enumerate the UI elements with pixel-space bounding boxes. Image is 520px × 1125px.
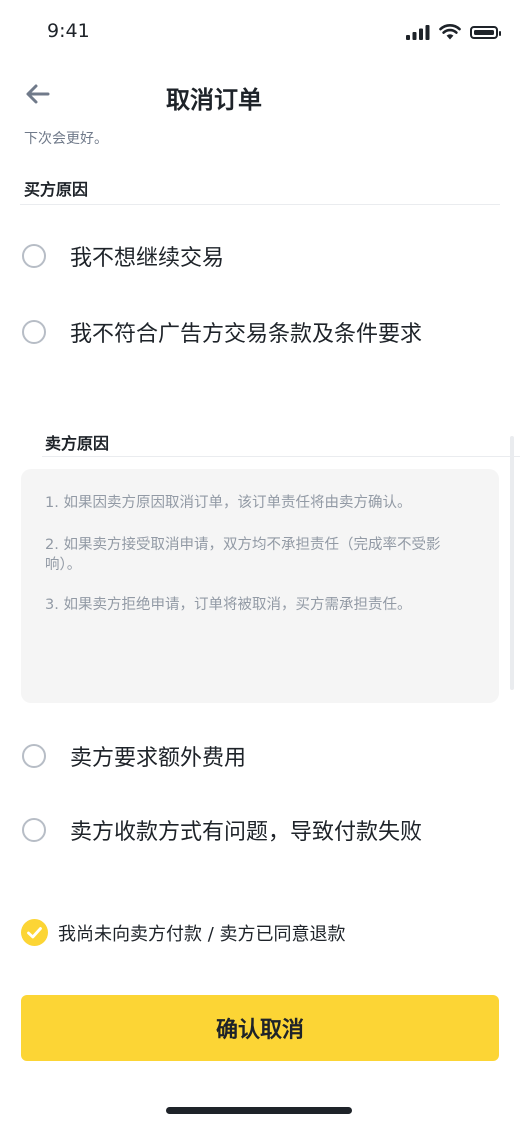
reason-option-no-longer-trade[interactable]: 我不想继续交易: [22, 240, 224, 272]
radio-button[interactable]: [22, 818, 46, 842]
back-button[interactable]: [22, 78, 54, 110]
reason-option-payment-method-issue[interactable]: 卖方收款方式有问题，导致付款失败: [22, 814, 422, 846]
info-line: 2. 如果卖方接受取消申请，双方均不承担责任（完成率不受影响）。: [45, 537, 441, 573]
header: 取消订单: [0, 70, 520, 122]
hint-text: 下次会更好。: [24, 131, 108, 147]
battery-icon: [470, 25, 501, 39]
option-label: 我不符合广告方交易条款及条件要求: [70, 322, 423, 347]
option-label: 卖方要求额外费用: [70, 746, 247, 771]
agreement-label: 我尚未向卖方付款 / 卖方已同意退款: [58, 923, 346, 945]
status-bar: 9:41: [0, 0, 520, 64]
info-line: 1. 如果因卖方原因取消订单，该订单责任将由卖方确认。: [45, 495, 412, 511]
back-arrow-icon: [26, 84, 50, 104]
option-label: 我不想继续交易: [70, 246, 225, 271]
scrollbar[interactable]: [510, 436, 514, 690]
seller-info-box: 1. 如果因卖方原因取消订单，该订单责任将由卖方确认。 2. 如果卖方接受取消申…: [21, 469, 499, 703]
wifi-icon: [439, 24, 461, 40]
checkbox[interactable]: [21, 919, 48, 946]
reason-option-terms-not-met[interactable]: 我不符合广告方交易条款及条件要求: [22, 316, 422, 348]
home-indicator: [166, 1107, 352, 1114]
reason-option-extra-fees[interactable]: 卖方要求额外费用: [22, 740, 246, 772]
page-title: 取消订单: [166, 86, 262, 114]
agreement-checkbox-row[interactable]: 我尚未向卖方付款 / 卖方已同意退款: [21, 919, 346, 946]
radio-button[interactable]: [22, 320, 46, 344]
radio-button[interactable]: [22, 244, 46, 268]
status-icons: [406, 24, 501, 40]
status-time: 9:41: [47, 20, 90, 42]
buyer-section-divider: [20, 204, 500, 205]
checkmark-icon: [27, 927, 42, 939]
cellular-signal-icon: [406, 24, 430, 40]
seller-section-divider: [42, 456, 520, 457]
seller-section-title: 卖方原因: [45, 434, 110, 453]
buyer-section-title: 买方原因: [24, 180, 89, 199]
confirm-cancel-button[interactable]: 确认取消: [21, 995, 499, 1061]
radio-button[interactable]: [22, 744, 46, 768]
option-label: 卖方收款方式有问题，导致付款失败: [70, 820, 423, 845]
info-line: 3. 如果卖方拒绝申请，订单将被取消，买方需承担责任。: [45, 597, 412, 613]
